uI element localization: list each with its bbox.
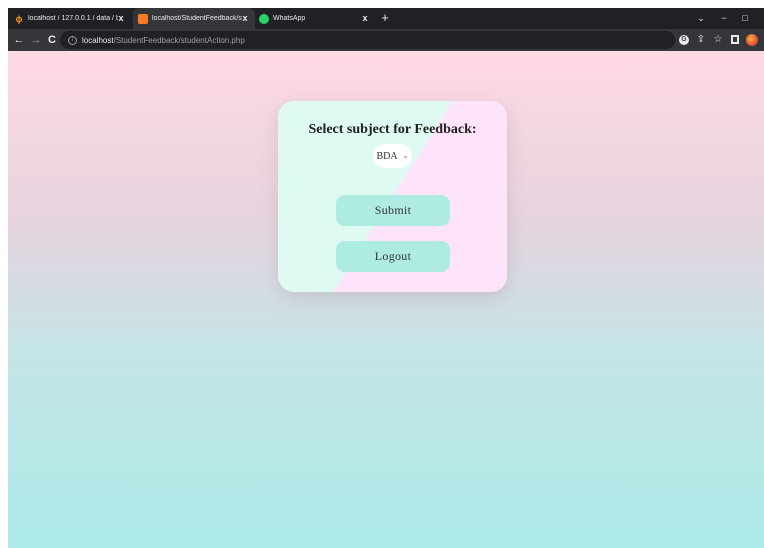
google-icon[interactable]: G — [677, 33, 691, 47]
back-button[interactable]: ← — [11, 32, 27, 48]
side-panel-icon[interactable] — [728, 33, 742, 47]
new-tab-button[interactable]: + — [377, 10, 393, 26]
whatsapp-icon — [259, 13, 269, 24]
share-icon[interactable]: ⇪ — [694, 33, 708, 47]
tab-search-icon[interactable]: ⌄ — [692, 8, 710, 29]
submit-button[interactable]: Submit — [336, 195, 450, 226]
phpmyadmin-icon: ɸ — [15, 13, 23, 24]
navigation-bar: ← → C i localhost/StudentFeedback/studen… — [8, 29, 764, 51]
xampp-icon — [138, 13, 148, 24]
close-tab-icon[interactable]: x — [359, 12, 371, 24]
subject-select-value: BDA — [376, 150, 398, 162]
subject-select[interactable]: BDA ⌄ — [373, 144, 412, 168]
close-tab-icon[interactable]: x — [239, 12, 251, 24]
tab-whatsapp[interactable]: WhatsApp x — [257, 8, 375, 29]
tab-phpmyadmin[interactable]: ɸ localhost / 127.0.0.1 / data / bda x — [14, 8, 131, 29]
profile-avatar[interactable] — [745, 33, 759, 47]
tab-title: localhost / 127.0.0.1 / data / bda — [28, 15, 118, 22]
minimize-button[interactable]: − — [715, 8, 733, 29]
chevron-down-icon: ⌄ — [402, 152, 409, 160]
address-bar[interactable]: i localhost/StudentFeedback/studentActio… — [60, 31, 675, 49]
tab-student-feedback[interactable]: localhost/StudentFeedback/stude x — [133, 8, 255, 29]
tab-title: WhatsApp — [273, 15, 306, 22]
forward-button[interactable]: → — [28, 32, 44, 48]
url-host: localhost — [82, 35, 114, 45]
reload-button[interactable]: C — [44, 32, 60, 48]
site-info-icon[interactable]: i — [68, 35, 77, 45]
bookmark-star-icon[interactable]: ☆ — [711, 33, 725, 47]
logout-button[interactable]: Logout — [336, 241, 450, 272]
tab-strip: ɸ localhost / 127.0.0.1 / data / bda x l… — [8, 8, 764, 29]
url-path: /StudentFeedback/studentAction.php — [113, 35, 245, 45]
card-title: Select subject for Feedback: — [308, 122, 477, 137]
page-background: Select subject for Feedback: BDA ⌄ Submi… — [8, 51, 764, 548]
tab-title: localhost/StudentFeedback/stude — [152, 15, 242, 22]
close-tab-icon[interactable]: x — [115, 12, 127, 24]
feedback-card: Select subject for Feedback: BDA ⌄ Submi… — [278, 101, 507, 292]
maximize-button[interactable]: □ — [736, 8, 754, 29]
